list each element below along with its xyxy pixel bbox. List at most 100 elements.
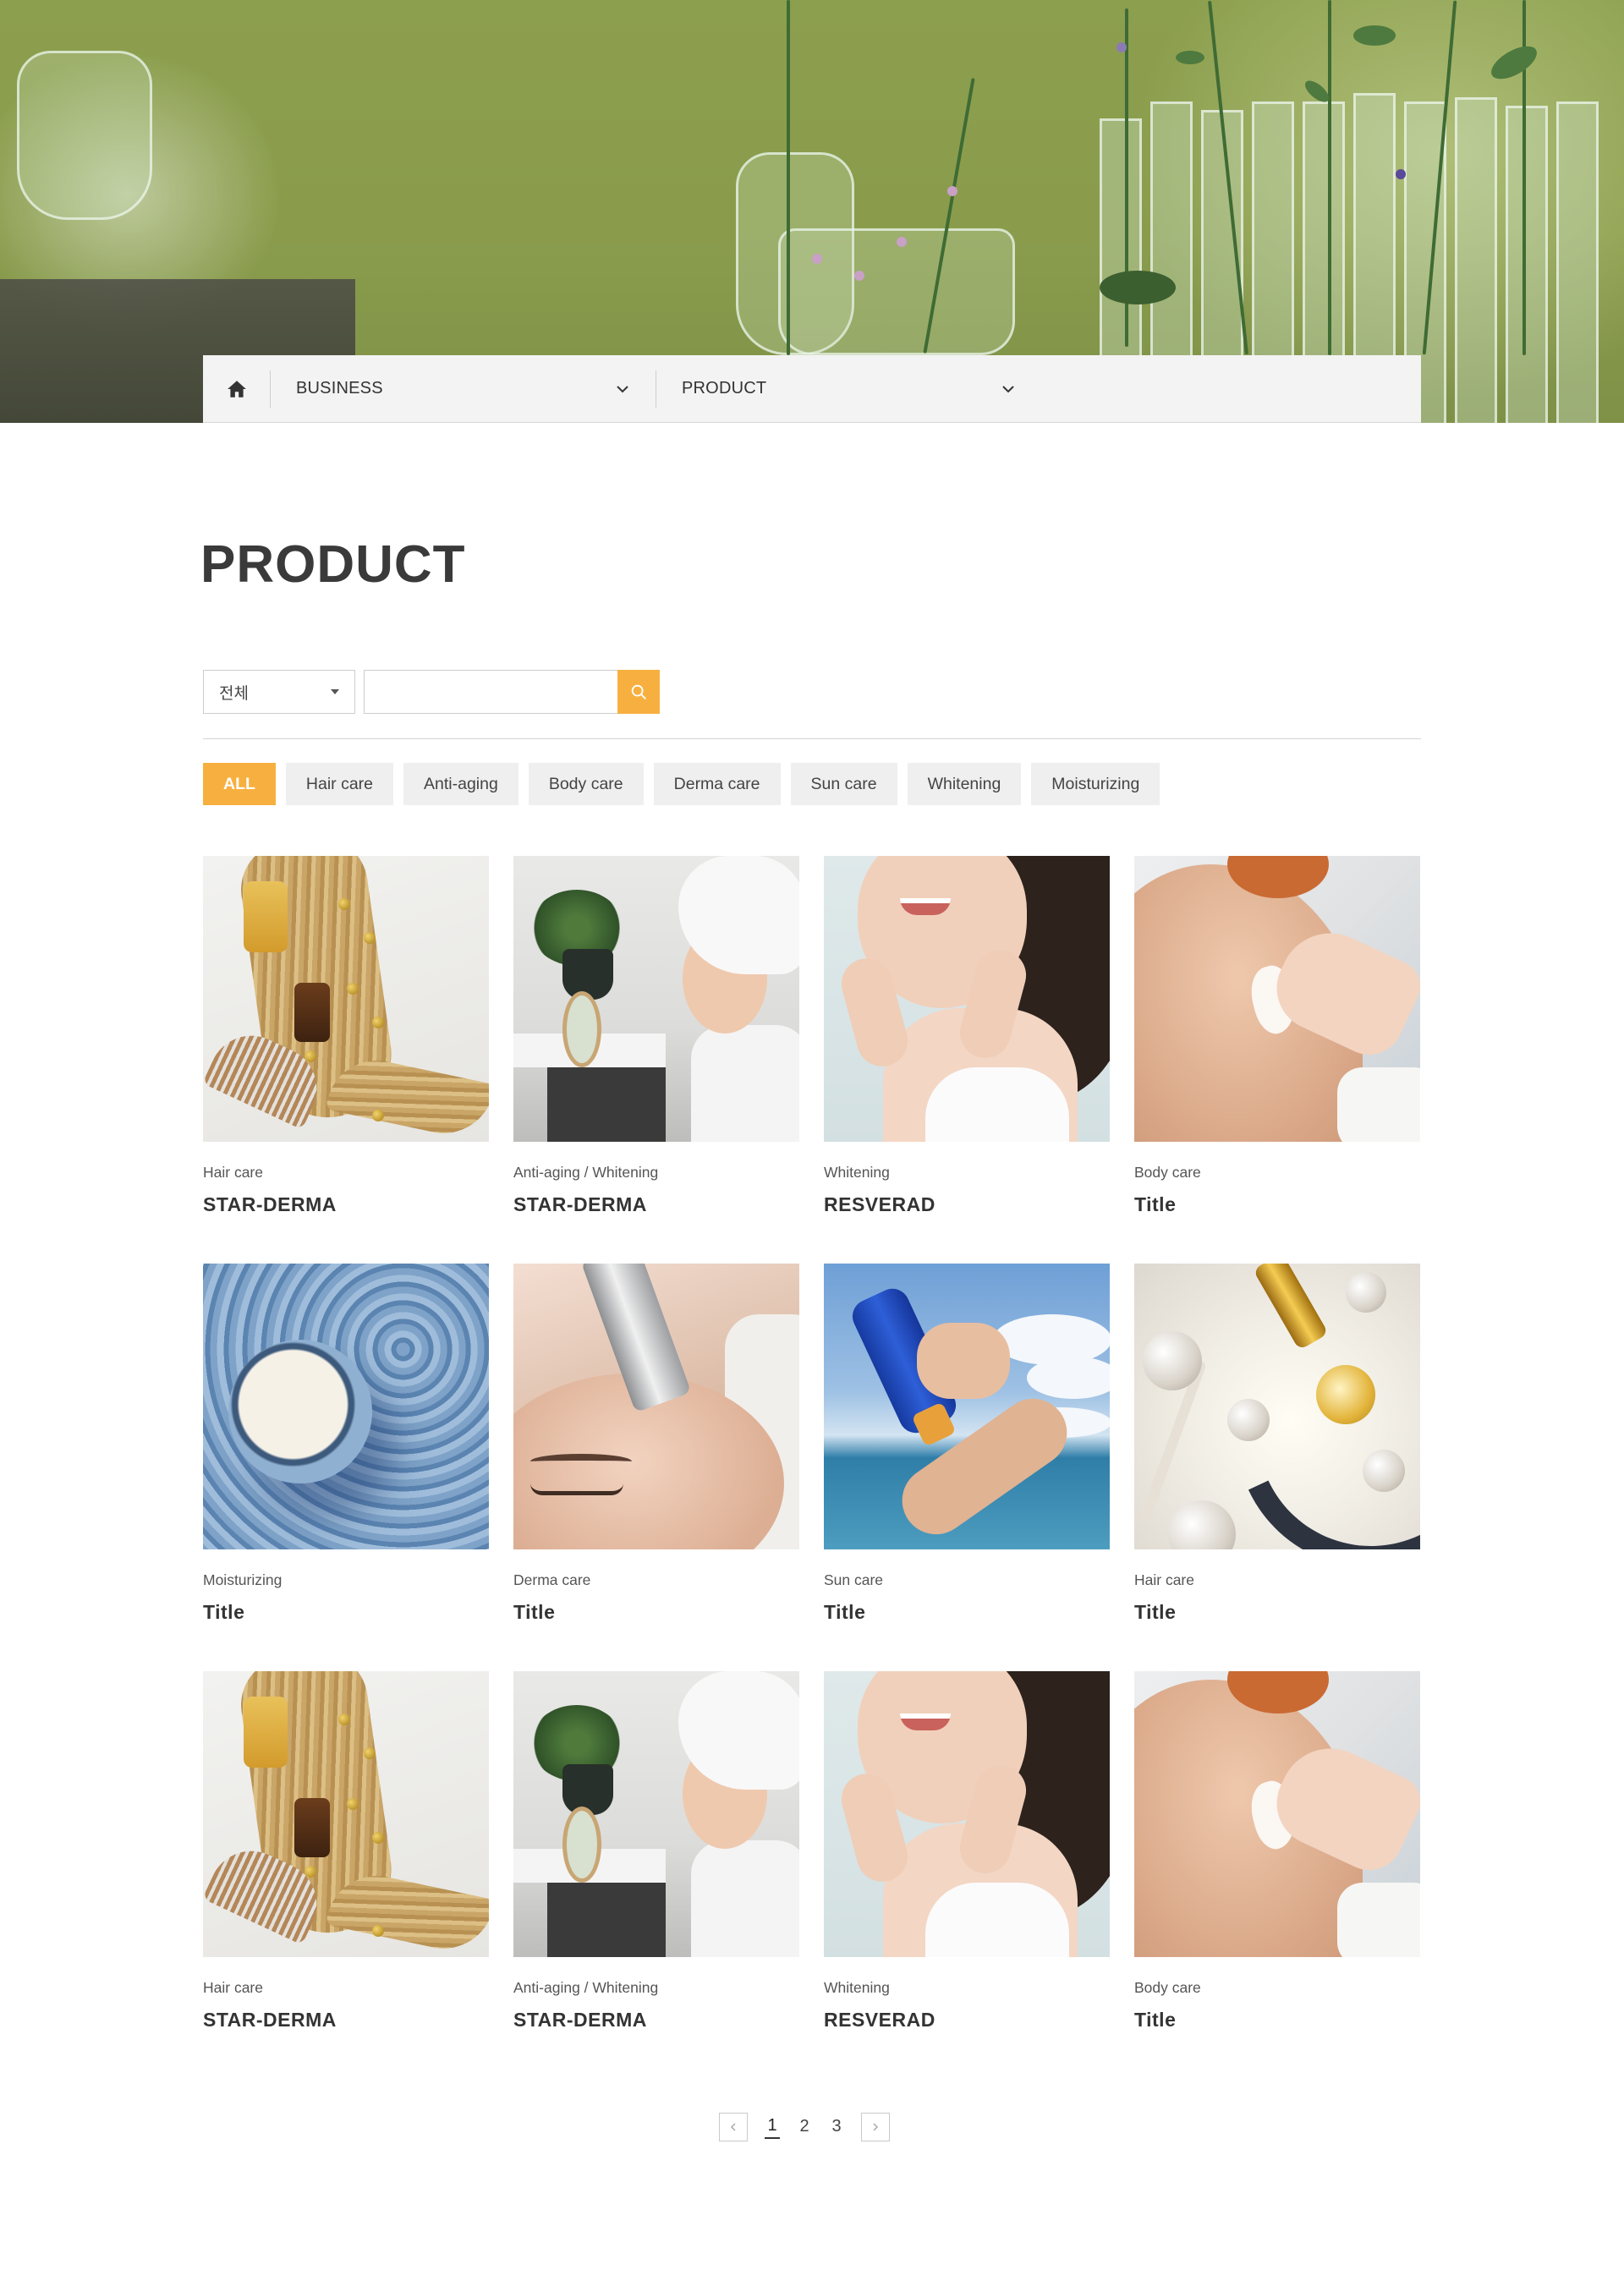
hero-leaf [1100, 271, 1176, 304]
filter-sun-care[interactable]: Sun care [790, 763, 897, 805]
hero-flower [1396, 169, 1406, 179]
product-category: Hair care [203, 1164, 263, 1181]
product-category: Hair care [203, 1979, 263, 1996]
hero-plant-stem [1328, 0, 1331, 355]
shoulder-cream-photo [1134, 1671, 1420, 1957]
product-category: Moisturizing [203, 1571, 283, 1588]
hero-flower [1116, 42, 1127, 52]
product-title: Title [824, 1601, 866, 1623]
product-card[interactable]: Moisturizing Title [203, 1264, 489, 1671]
towel-woman-photo [513, 1671, 799, 1957]
molecule-serum-photo [1134, 1264, 1420, 1549]
chevron-down-icon [1002, 385, 1014, 392]
product-card[interactable]: Hair care Title [1134, 1264, 1420, 1671]
filter-derma-care[interactable]: Derma care [653, 763, 781, 805]
pagination: 1 2 3 [719, 2113, 890, 2141]
product-category: Body care [1134, 1979, 1201, 1996]
breadcrumb-home[interactable] [203, 370, 271, 408]
search-input[interactable] [364, 670, 617, 714]
product-title: Title [203, 1601, 245, 1623]
sunscreen-photo [824, 1264, 1110, 1549]
chevron-down-icon [617, 385, 628, 392]
product-card[interactable]: Hair care STAR-DERMA [203, 856, 489, 1264]
product-title: STAR-DERMA [203, 1193, 337, 1215]
hero-test-tube [1455, 97, 1497, 423]
hero-beaker [778, 228, 1015, 355]
towel-woman-photo [513, 856, 799, 1142]
product-card[interactable]: Anti-aging / Whitening STAR-DERMA [513, 856, 799, 1264]
product-title: STAR-DERMA [513, 2009, 647, 2031]
product-grid: Hair care STAR-DERMA Anti-aging / Whiten… [203, 856, 1421, 2079]
product-category: Sun care [824, 1571, 884, 1588]
product-category: Whitening [824, 1979, 890, 1996]
hero-test-tube [1556, 101, 1599, 423]
product-title: Title [1134, 1193, 1177, 1215]
hero-flask [17, 51, 152, 220]
hero-test-tube [1506, 106, 1548, 423]
smiling-woman-photo [824, 856, 1110, 1142]
search-button[interactable] [617, 670, 660, 714]
smiling-woman-photo [824, 1671, 1110, 1957]
hero-leaf [1353, 25, 1396, 46]
breadcrumb-product-label: PRODUCT [682, 379, 767, 398]
product-category: Anti-aging / Whitening [513, 1979, 659, 1996]
product-category: Anti-aging / Whitening [513, 1164, 659, 1181]
category-select[interactable]: 전체 [203, 670, 355, 714]
product-card[interactable]: Hair care STAR-DERMA [203, 1671, 489, 2079]
category-filter-tabs: ALL Hair care Anti-aging Body care Derma… [203, 763, 1160, 805]
breadcrumb-product[interactable]: PRODUCT [656, 355, 1042, 423]
product-card[interactable]: Anti-aging / Whitening STAR-DERMA [513, 1671, 799, 2079]
search-divider [203, 738, 1421, 739]
next-page-button[interactable] [861, 2113, 890, 2141]
filter-body-care[interactable]: Body care [528, 763, 644, 805]
product-category: Body care [1134, 1164, 1201, 1181]
breadcrumb: BUSINESS PRODUCT [203, 355, 1421, 423]
filter-moisturizing[interactable]: Moisturizing [1031, 763, 1160, 805]
hair-serum-photo [203, 1671, 489, 1957]
product-title: Title [513, 1601, 556, 1623]
product-category: Hair care [1134, 1571, 1194, 1588]
search-icon [631, 684, 646, 699]
product-title: STAR-DERMA [203, 2009, 337, 2031]
page-1[interactable]: 1 [765, 2116, 780, 2139]
product-card[interactable]: Body care Title [1134, 856, 1420, 1264]
home-icon [227, 380, 246, 398]
category-select-value: 전체 [219, 684, 249, 703]
caret-down-icon [331, 689, 339, 694]
page-2[interactable]: 2 [797, 2117, 812, 2138]
breadcrumb-business-label: BUSINESS [296, 379, 383, 398]
product-title: STAR-DERMA [513, 1193, 647, 1215]
hero-leaf [1176, 51, 1204, 64]
product-category: Derma care [513, 1571, 591, 1588]
chevron-left-icon [730, 2123, 736, 2131]
page-title: PRODUCT [200, 535, 466, 594]
hero-flower [947, 186, 957, 196]
hero-flower [854, 271, 864, 281]
product-card[interactable]: Body care Title [1134, 1671, 1420, 2079]
hero-flower [812, 254, 822, 264]
chevron-right-icon [873, 2123, 879, 2131]
product-title: Title [1134, 1601, 1177, 1623]
shoulder-cream-photo [1134, 856, 1420, 1142]
page-3[interactable]: 3 [829, 2117, 844, 2138]
cream-jar-photo [203, 1264, 489, 1549]
hair-serum-photo [203, 856, 489, 1142]
breadcrumb-business[interactable]: BUSINESS [271, 355, 656, 423]
prev-page-button[interactable] [719, 2113, 748, 2141]
hero-plant-stem [787, 0, 790, 355]
filter-whitening[interactable]: Whitening [907, 763, 1022, 805]
product-card[interactable]: Whitening RESVERAD [824, 856, 1110, 1264]
product-category: Whitening [824, 1164, 890, 1181]
filter-anti-aging[interactable]: Anti-aging [403, 763, 518, 805]
hero-flower [897, 237, 907, 247]
hero-leaf [1486, 39, 1542, 86]
product-title: Title [1134, 2009, 1177, 2031]
derma-device-photo [513, 1264, 799, 1549]
filter-hair-care[interactable]: Hair care [285, 763, 394, 805]
product-card[interactable]: Whitening RESVERAD [824, 1671, 1110, 2079]
product-title: RESVERAD [824, 1193, 935, 1215]
product-card[interactable]: Derma care Title [513, 1264, 799, 1671]
product-title: RESVERAD [824, 2009, 935, 2031]
filter-all[interactable]: ALL [203, 763, 276, 805]
product-card[interactable]: Sun care Title [824, 1264, 1110, 1671]
